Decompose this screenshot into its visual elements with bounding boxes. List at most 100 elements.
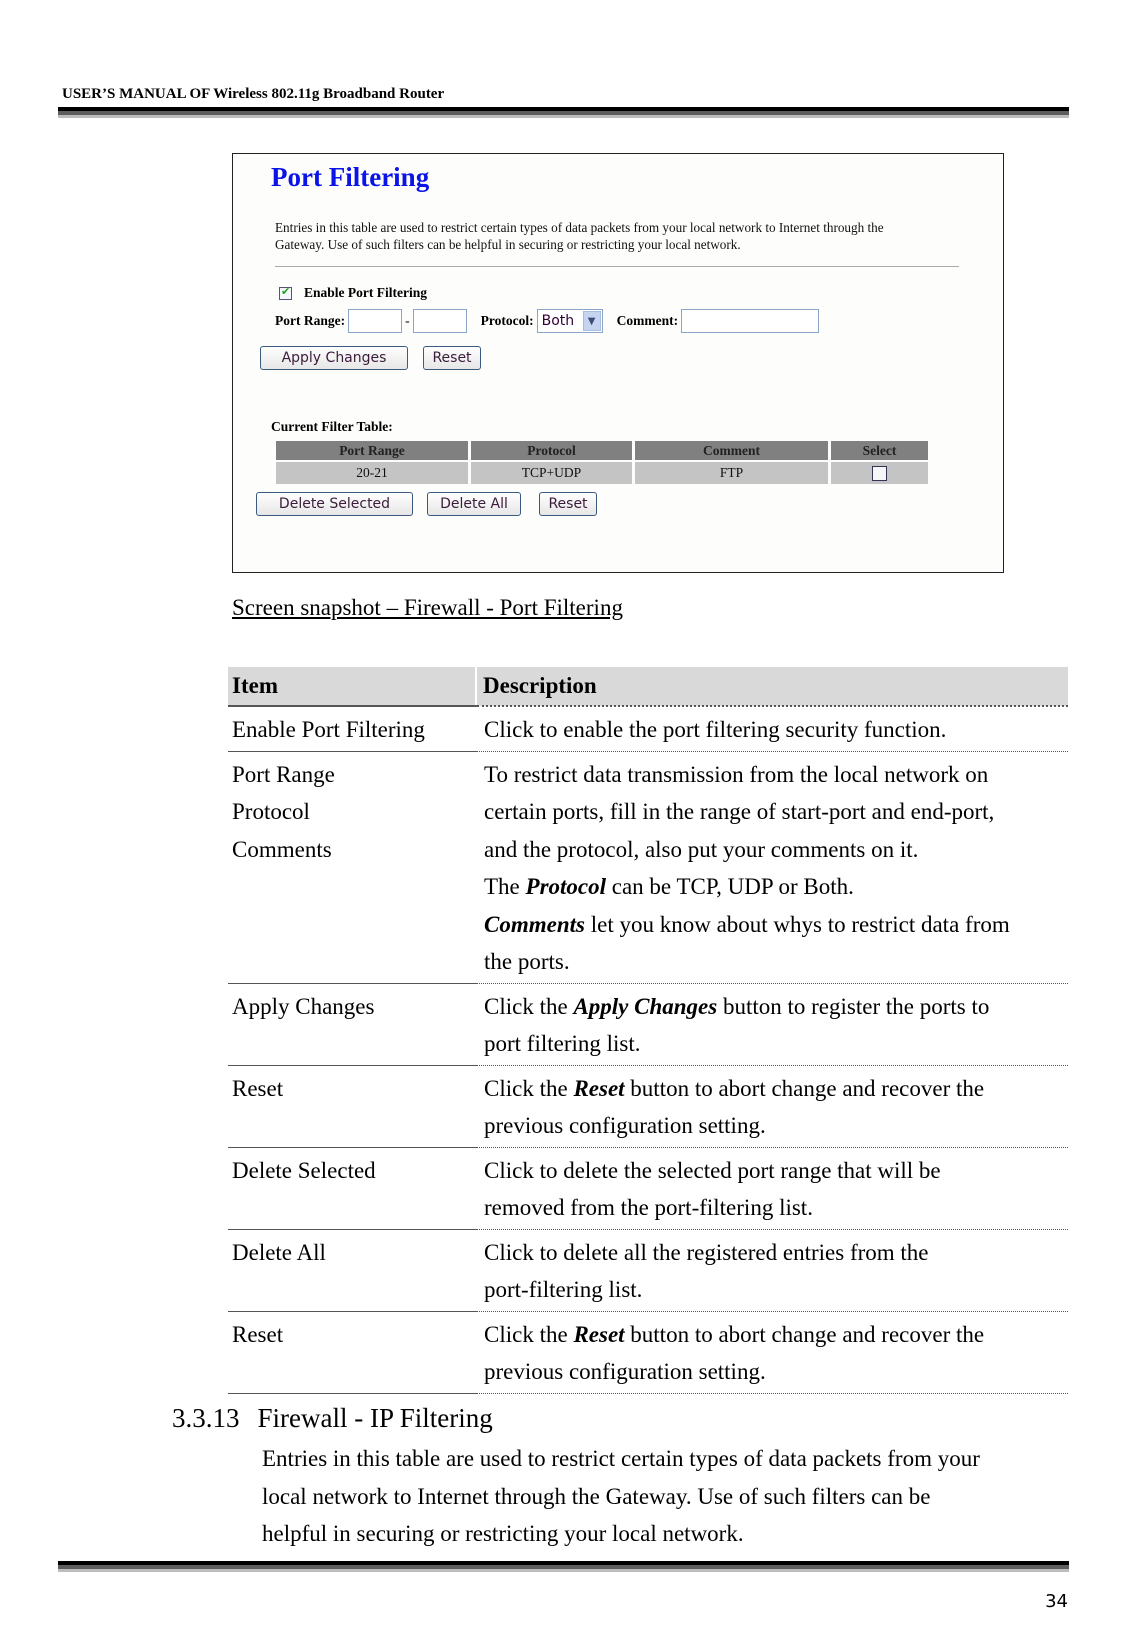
table-row: Port Range Protocol Comments To restrict… [228,751,1068,984]
emphasis-text: Reset [573,1075,625,1101]
reset-table-button[interactable]: Reset [539,492,597,516]
body-line: local network to Internet through the Ga… [262,1483,931,1509]
desc-text: The Protocol can be TCP, UDP or Both. [484,868,1068,906]
cell-protocol: TCP+UDP [471,462,632,484]
reset-button[interactable]: Reset [423,346,481,370]
description-table: Item Description Enable Port Filtering C… [228,667,1068,1394]
desc-text: removed from the port-filtering list. [484,1195,813,1220]
item-label: Comments [232,836,332,862]
protocol-select[interactable]: Both ▼ [536,309,603,333]
desc-text: Click the [484,1321,574,1347]
desc-text: and the protocol, also put your comments… [484,836,919,862]
protocol-label: Protocol: [480,313,534,328]
desc-text: Comments let you know about whys to rest… [484,906,1068,944]
header-item: Item [228,667,476,707]
desc-text: port-filtering list. [484,1277,643,1302]
item-cell: Port Range Protocol Comments [228,751,476,984]
desc-text: port filtering list. [484,1031,641,1056]
enable-port-filtering-label: Enable Port Filtering [304,285,427,300]
desc-text: can be TCP, UDP or Both. [606,874,854,899]
manual-title: USER’S MANUAL OF Wireless 802.11g Broadb… [62,86,445,102]
emphasis-text: Comments [484,911,585,937]
emphasis-text: Protocol [525,874,607,899]
desc-text: button to register the ports to [717,993,990,1019]
footer-rule [58,1561,1069,1572]
page-number: 34 [1045,1591,1068,1612]
emphasis-text: Reset [573,1321,625,1347]
apply-changes-button[interactable]: Apply Changes [260,346,408,370]
table-row: Delete All Click to delete all the regis… [228,1229,1068,1312]
enable-port-filtering-row: Enable Port Filtering [279,285,427,301]
delete-selected-button[interactable]: Delete Selected [256,492,413,516]
desc-text: button to abort change and recover the [624,1321,985,1347]
section-title: Firewall - IP Filtering [257,1403,493,1433]
desc-cell: Click to delete all the registered entri… [476,1229,1068,1312]
section-heading: 3.3.13 Firewall - IP Filtering [172,1403,493,1434]
item-cell: Reset [228,1311,476,1394]
table-row: Apply Changes Click the Apply Changes bu… [228,983,1068,1066]
item-label: Reset [232,1321,284,1347]
item-label: Protocol [232,799,310,824]
section-body: Entries in this table are used to restri… [262,1440,1062,1553]
item-label: Port Range [232,761,335,787]
item-cell: Delete All [228,1229,476,1312]
desc-text: previous configuration setting. [484,1359,766,1384]
table-row: Delete Selected Click to delete the sele… [228,1147,1068,1230]
desc-text: Click to delete all the registered entri… [484,1239,929,1265]
item-label: Enable Port Filtering [232,717,425,742]
cell-port-range: 20-21 [276,462,468,484]
item-cell: Apply Changes [228,983,476,1066]
page-title: Port Filtering [271,162,430,192]
table-row: 20-21 TCP+UDP FTP [276,462,928,484]
delete-all-button[interactable]: Delete All [427,492,521,516]
col-port-range: Port Range [276,441,468,460]
comment-input[interactable] [681,309,820,333]
desc-text: the ports. [484,949,570,974]
desc-text: Click to enable the port filtering secur… [484,717,947,742]
intro-text: Entries in this table are used to restri… [275,220,884,252]
body-line: helpful in securing or restricting your … [262,1521,744,1546]
enable-port-filtering-checkbox[interactable] [279,285,292,300]
desc-text: certain ports, fill in the range of star… [484,799,995,824]
cell-select [831,462,928,484]
desc-cell: Click the Apply Changes button to regist… [476,983,1068,1066]
item-cell: Delete Selected [228,1147,476,1230]
desc-text: Click the Reset button to abort change a… [484,1070,1068,1108]
desc-text: Click to delete the selected port range … [484,1157,941,1183]
protocol-selected-value: Both [541,313,575,329]
desc-text: previous configuration setting. [484,1113,766,1138]
current-filter-table-title: Current Filter Table: [271,419,393,434]
desc-text: Click the Reset button to abort change a… [484,1316,1068,1354]
item-label: Delete All [232,1239,326,1265]
header-rule [58,107,1069,118]
emphasis-text: Apply Changes [573,993,718,1019]
divider [275,266,959,267]
desc-text: let you know about whys to restrict data… [584,911,1010,937]
desc-text: Click the [484,993,574,1019]
figure-caption: Screen snapshot – Firewall - Port Filter… [232,595,623,620]
current-filter-table: Port Range Protocol Comment Select 20-21… [273,439,931,486]
port-range-label: Port Range: [275,313,346,328]
desc-cell: Click to delete the selected port range … [476,1147,1068,1230]
desc-text: button to abort change and recover the [624,1075,985,1101]
table-row: Reset Click the Reset button to abort ch… [228,1065,1068,1148]
desc-text: Click the [484,1075,574,1101]
port-range-row: Port Range: - Protocol: Both ▼ Comment: [275,309,820,333]
select-row-checkbox[interactable] [872,466,887,482]
port-start-input[interactable] [348,309,403,333]
desc-cell: Click to enable the port filtering secur… [476,706,1068,752]
desc-text: To restrict data transmission from the l… [484,761,989,787]
table-row: Reset Click the Reset button to abort ch… [228,1311,1068,1394]
chevron-down-icon[interactable]: ▼ [582,311,601,331]
cell-comment: FTP [635,462,828,484]
item-cell: Enable Port Filtering [228,706,476,752]
port-range-separator: - [405,313,410,328]
desc-cell: Click the Reset button to abort change a… [476,1065,1068,1148]
col-select: Select [831,441,928,460]
item-label: Apply Changes [232,993,375,1019]
port-end-input[interactable] [412,309,467,333]
item-label: Delete Selected [232,1157,376,1183]
item-cell: Reset [228,1065,476,1148]
col-comment: Comment [635,441,828,460]
body-line: Entries in this table are used to restri… [262,1446,980,1471]
